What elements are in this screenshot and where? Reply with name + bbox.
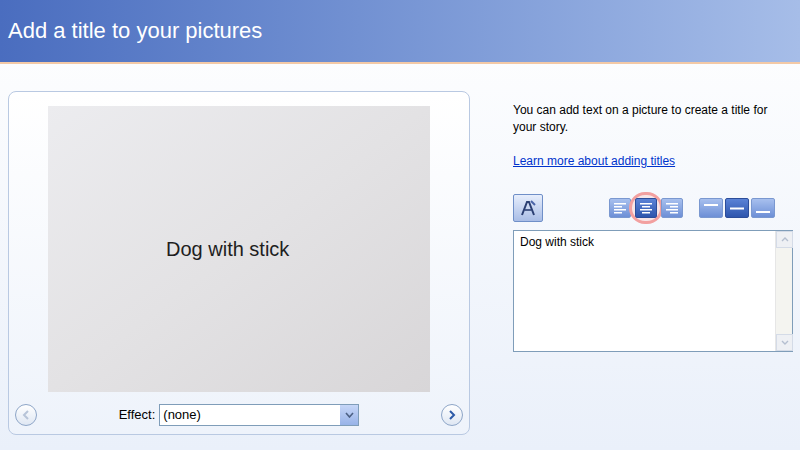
preview-controls: Effect:(none) [9,404,469,426]
next-picture-button[interactable] [441,404,463,426]
valign-top-icon [703,202,719,214]
title-textbox[interactable]: Dog with stick [513,230,793,352]
effect-dropdown[interactable]: (none) [159,404,359,426]
scroll-down-button[interactable] [776,334,793,351]
dropdown-button[interactable] [340,405,358,425]
valign-top-button[interactable] [699,198,723,218]
scroll-up-button[interactable] [776,231,793,248]
header-title: Add a title to your pictures [8,17,262,45]
align-center-button[interactable] [635,198,657,218]
font-button[interactable] [513,194,543,222]
align-left-button[interactable] [609,198,631,218]
effect-value: (none) [160,405,340,425]
dropdown-arrow-icon [345,412,354,418]
picture-preview: Dog with stick [48,106,430,392]
scroll-down-icon [781,340,789,345]
header-bar: Add a title to your pictures [0,0,800,62]
valign-bottom-icon [755,202,771,214]
align-button-wrap [609,198,631,218]
chevron-left-icon [21,410,31,420]
valign-middle-button[interactable] [725,198,749,218]
photo-story-window: Add a title to your pictures Dog with sti… [0,0,800,450]
chevron-right-icon [447,410,457,420]
align-right-button[interactable] [661,198,683,218]
previous-picture-button[interactable] [15,404,37,426]
align-center-icon [639,202,653,214]
learn-more-link[interactable]: Learn more about adding titles [513,152,793,170]
scroll-up-icon [781,237,789,242]
valign-middle-icon [729,202,745,214]
text-toolbar [513,194,793,222]
title-overlay: Dog with stick [166,234,289,264]
title-text: Dog with stick [514,231,775,351]
align-left-icon [613,202,627,214]
title-panel: You can add text on a picture to create … [513,102,793,450]
content: Dog with stick Effect:(none) You can add t… [0,64,800,450]
vertical-align-group [699,198,775,218]
align-right-icon [665,202,679,214]
header-divider [0,62,800,64]
horizontal-align-group [609,198,683,218]
font-icon [518,198,538,218]
textbox-scrollbar[interactable] [775,231,792,351]
valign-bottom-button[interactable] [751,198,775,218]
effect-row: Effect:(none) [119,404,360,426]
preview-panel: Dog with stick Effect:(none) [8,91,470,435]
help-text: You can add text on a picture to create … [513,102,793,136]
align-button-wrap [635,198,657,218]
align-button-wrap [661,198,683,218]
effect-label: Effect: [119,405,156,425]
